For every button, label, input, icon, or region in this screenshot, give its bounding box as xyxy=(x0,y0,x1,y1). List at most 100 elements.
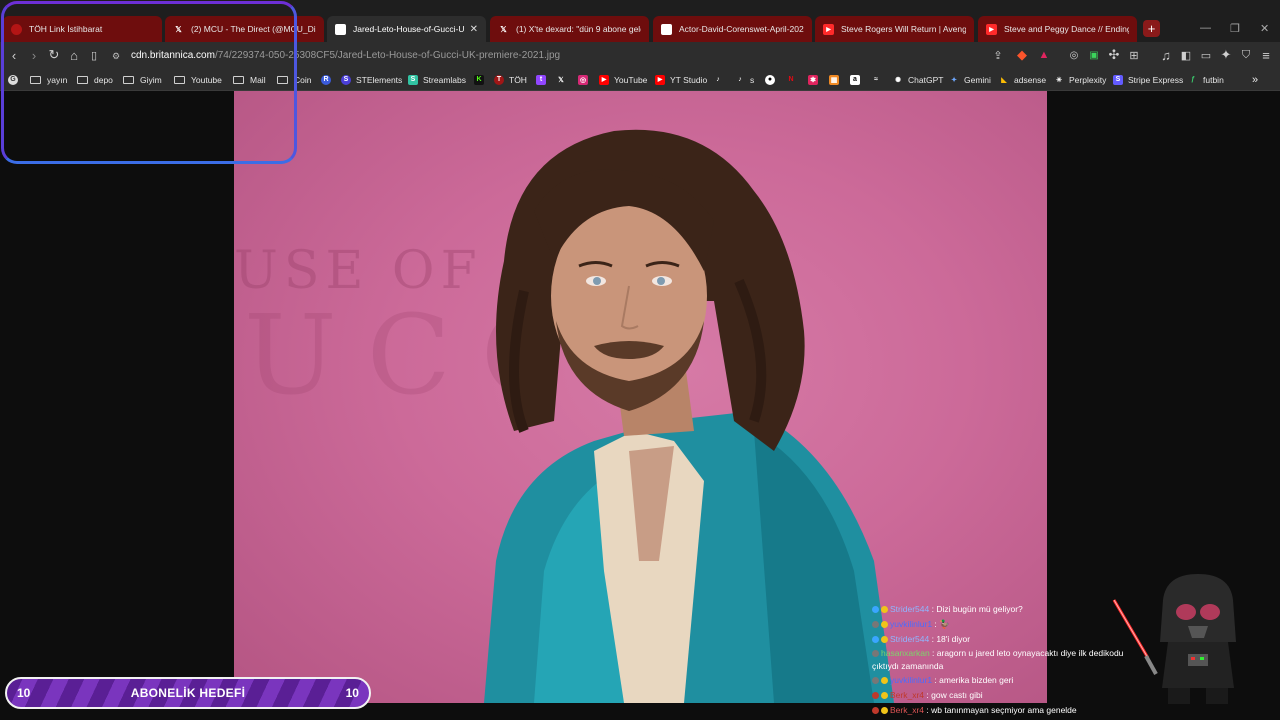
app-icon: ▦ xyxy=(829,74,839,85)
share-icon[interactable]: ⇪ xyxy=(990,47,1006,63)
chat-text: : wb tanınmayan seçmiyor ama genelde xyxy=(926,705,1077,715)
leo-ai-icon[interactable]: ✦ xyxy=(1218,47,1234,63)
chat-badge-icon xyxy=(881,606,888,613)
bookmark-youtube[interactable]: ▶ YouTube xyxy=(599,73,647,86)
bookmark-adsense[interactable]: ◣ adsense xyxy=(999,73,1046,86)
bookmark-netflix[interactable]: N xyxy=(786,73,801,86)
bookmark-chatgpt[interactable]: ✺ ChatGPT xyxy=(893,73,943,86)
media-icon[interactable]: ♫ xyxy=(1158,47,1174,63)
extension-box-icon[interactable]: ⊞ xyxy=(1126,47,1142,63)
bookmark-stelements[interactable]: S STElements xyxy=(341,73,402,86)
bookmark-futbin[interactable]: ƒ futbin xyxy=(1188,73,1224,86)
r-icon: R xyxy=(321,74,331,85)
chat-text: : Dizi bugün mü geliyor? xyxy=(931,604,1023,614)
bookmark-app-2[interactable]: ▦ xyxy=(829,73,844,86)
chat-badge-icon xyxy=(881,692,888,699)
stripe-icon: S xyxy=(1113,74,1123,85)
yt-studio-icon: ▶ xyxy=(655,74,665,85)
kick-icon: K xyxy=(474,74,484,85)
bookmark-yt-studio[interactable]: ▶ YT Studio xyxy=(655,73,707,86)
tab-steve-rogers[interactable]: ▶ Steve Rogers Will Return | Avengers: D… xyxy=(815,16,974,42)
bookmark-kick[interactable]: K xyxy=(474,73,489,86)
bookmark-r[interactable]: R xyxy=(321,73,336,86)
adsense-icon: ◣ xyxy=(1001,76,1007,84)
chat-overlay: Strider544 : Dizi bugün mü geliyor? yuvk… xyxy=(872,602,1144,718)
bookmark-streamlabs[interactable]: S Streamlabs xyxy=(408,73,466,86)
sidebar-icon[interactable]: ◧ xyxy=(1178,47,1194,63)
close-window-icon[interactable]: ✕ xyxy=(1260,22,1269,35)
tab-steve-peggy[interactable]: ▶ Steve and Peggy Dance // Ending Scene xyxy=(978,16,1137,42)
chat-badge-icon xyxy=(872,707,879,714)
chatgpt-icon: ✺ xyxy=(895,76,901,84)
toh-icon: T xyxy=(494,74,504,85)
bookmark-tiktok[interactable]: ♪ xyxy=(713,73,728,86)
menu-icon[interactable]: ≡ xyxy=(1258,47,1274,63)
chat-username: Berk_xr4 xyxy=(890,690,925,700)
bookmark-perplexity[interactable]: ✳ Perplexity xyxy=(1054,73,1106,86)
chat-message: yuvkilinlur1 : amerika bizden geri xyxy=(872,673,1144,688)
bookmark-app-1[interactable]: ✱ xyxy=(808,73,823,86)
subscription-goal-widget: 10 ABONELİK HEDEFİ 10 xyxy=(5,677,371,709)
wallet-icon[interactable]: ▭ xyxy=(1198,47,1214,63)
extension-green-icon[interactable]: ▣ xyxy=(1086,47,1102,63)
chat-username: yuvkilinlur1 xyxy=(890,675,933,685)
bookmark-instagram[interactable]: ◎ xyxy=(578,73,593,86)
image-icon xyxy=(335,23,346,35)
streamlabs-icon: S xyxy=(408,74,418,85)
chat-message: Berk_xr4 : gow castı gibi xyxy=(872,688,1144,703)
bookmark-tiktok-s[interactable]: ♪ s xyxy=(735,73,754,86)
extension-glasses-icon[interactable]: ◎ xyxy=(1066,47,1082,63)
twitch-icon: t xyxy=(536,74,546,85)
chat-badge-icon xyxy=(881,621,888,628)
tab-corenswet[interactable]: Actor-David-Corenswet-April-2025.jpg xyxy=(653,16,812,42)
webcam-frame-overlay xyxy=(1,1,297,164)
chat-username: Strider544 xyxy=(890,634,930,644)
youtube-icon: ▶ xyxy=(823,23,834,35)
bookmark-circle[interactable]: ● xyxy=(765,73,780,86)
x-icon: 𝕏 xyxy=(500,24,507,34)
circle-icon: ● xyxy=(765,74,775,85)
stelements-icon: S xyxy=(341,74,351,85)
chat-username: Berk_xr4 xyxy=(890,705,925,715)
bookmark-twitch[interactable]: t xyxy=(536,73,551,86)
tiktok-icon: ♪ xyxy=(738,76,742,83)
gemini-icon: ✦ xyxy=(951,76,957,84)
x-icon: 𝕏 xyxy=(558,76,564,84)
chat-message: Strider544 : 18'i diyor xyxy=(872,632,1144,647)
chat-message: Berk_xr4 : wb tanınmayan seçmiyor ama ge… xyxy=(872,703,1144,718)
tab-jared-leto[interactable]: Jared-Leto-House-of-Gucci-UK-premiere-20… xyxy=(327,16,486,42)
extensions-icon[interactable]: ✣ xyxy=(1106,47,1122,63)
tab-dexard[interactable]: 𝕏 (1) X'te dexard: "dün 9 abone geldi" xyxy=(490,16,649,42)
minimize-icon[interactable]: — xyxy=(1200,22,1211,34)
chat-badge-icon xyxy=(881,677,888,684)
bookmark-amazon[interactable]: a xyxy=(850,73,865,86)
brave-rewards-icon[interactable]: ▲ xyxy=(1036,47,1052,63)
bookmark-x[interactable]: 𝕏 xyxy=(556,73,571,86)
chat-username: yuvkilinlur1 xyxy=(890,619,933,629)
perplexity-icon: ✳ xyxy=(1056,76,1062,84)
chat-message: hasanxarkan : aragorn u jared leto oynay… xyxy=(872,647,1144,673)
chat-text: : amerika bizden geri xyxy=(934,675,1014,685)
chat-username: Strider544 xyxy=(890,604,930,614)
amazon-icon: a xyxy=(850,74,860,85)
bookmark-gemini[interactable]: ✦ Gemini xyxy=(949,73,991,86)
chat-text: : 18'i diyor xyxy=(931,634,971,644)
chat-message: yuvkilinlur1 : 🦆 xyxy=(872,617,1144,632)
brave-shield-icon[interactable]: ◆ xyxy=(1014,47,1030,63)
bookmark-toh[interactable]: T TÖH xyxy=(494,73,527,86)
more-bookmarks-icon[interactable]: » xyxy=(1252,73,1258,86)
new-tab-button[interactable]: + xyxy=(1143,20,1160,37)
chat-badge-icon xyxy=(872,636,879,643)
chat-badge-icon xyxy=(881,707,888,714)
bookmark-stripe[interactable]: S Stripe Express xyxy=(1113,73,1183,86)
chat-badge-icon xyxy=(872,650,879,657)
vpn-icon[interactable]: ⛉ xyxy=(1238,47,1254,63)
close-tab-icon[interactable]: ✕ xyxy=(470,24,478,35)
image-icon xyxy=(661,23,672,35)
youtube-icon: ▶ xyxy=(599,74,609,85)
bookmark-app-3[interactable]: ≈ xyxy=(871,73,886,86)
chat-badge-icon xyxy=(872,677,879,684)
chat-badge-icon xyxy=(872,621,879,628)
maximize-icon[interactable]: ❐ xyxy=(1230,22,1240,35)
goal-title: ABONELİK HEDEFİ xyxy=(130,686,246,700)
